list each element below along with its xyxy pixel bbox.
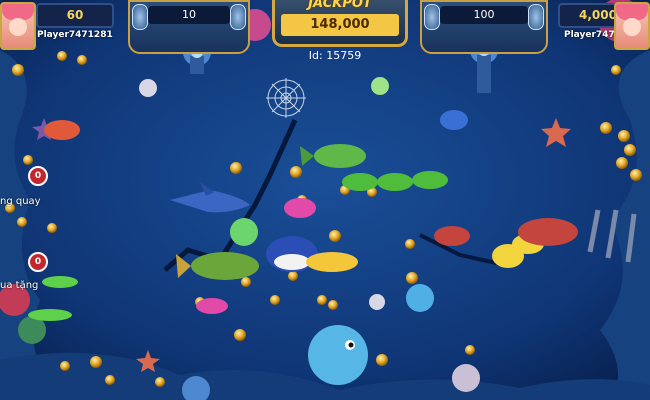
sidebar-item-label: ua tặng	[0, 280, 39, 291]
decrease-bet-button[interactable]	[132, 4, 148, 30]
player-score: 60	[36, 3, 114, 28]
decrease-bet-button[interactable]	[424, 4, 440, 30]
room-id: Id: 15759	[308, 49, 362, 62]
bet-value: 100	[440, 6, 528, 24]
player-plate-top-left: 60 Player7471281	[0, 0, 114, 50]
spider-web-icon	[266, 78, 306, 118]
player-plate-top-right: 4,000 Player7471309	[538, 0, 650, 50]
player-name: Player7471281	[37, 30, 113, 40]
sidebar-item-spin[interactable]: ng quay 0	[0, 166, 60, 212]
notification-badge: 0	[28, 252, 48, 272]
jackpot-amount: 148,000	[281, 14, 399, 36]
notification-badge: 0	[28, 166, 48, 186]
bet-value: 10	[148, 6, 230, 24]
green-fish-row[interactable]	[342, 171, 448, 191]
angel-fish[interactable]	[440, 110, 468, 130]
increase-bet-button[interactable]	[230, 4, 246, 30]
bet-level-box-left: 10	[128, 0, 250, 54]
pufferfish-big[interactable]	[308, 325, 368, 385]
jackpot-panel: JACKPOT 148,000	[272, 0, 408, 47]
sidebar-item-gift[interactable]: ua tặng 0	[0, 252, 60, 296]
avatar[interactable]	[0, 2, 36, 50]
jackpot-label: JACKPOT	[308, 0, 372, 11]
sidebar-item-label: ng quay	[0, 196, 41, 207]
bet-level-box-right: 100	[420, 0, 548, 54]
pufferfish-small[interactable]	[406, 284, 434, 312]
avatar[interactable]	[614, 2, 650, 50]
increase-bet-button[interactable]	[528, 4, 544, 30]
